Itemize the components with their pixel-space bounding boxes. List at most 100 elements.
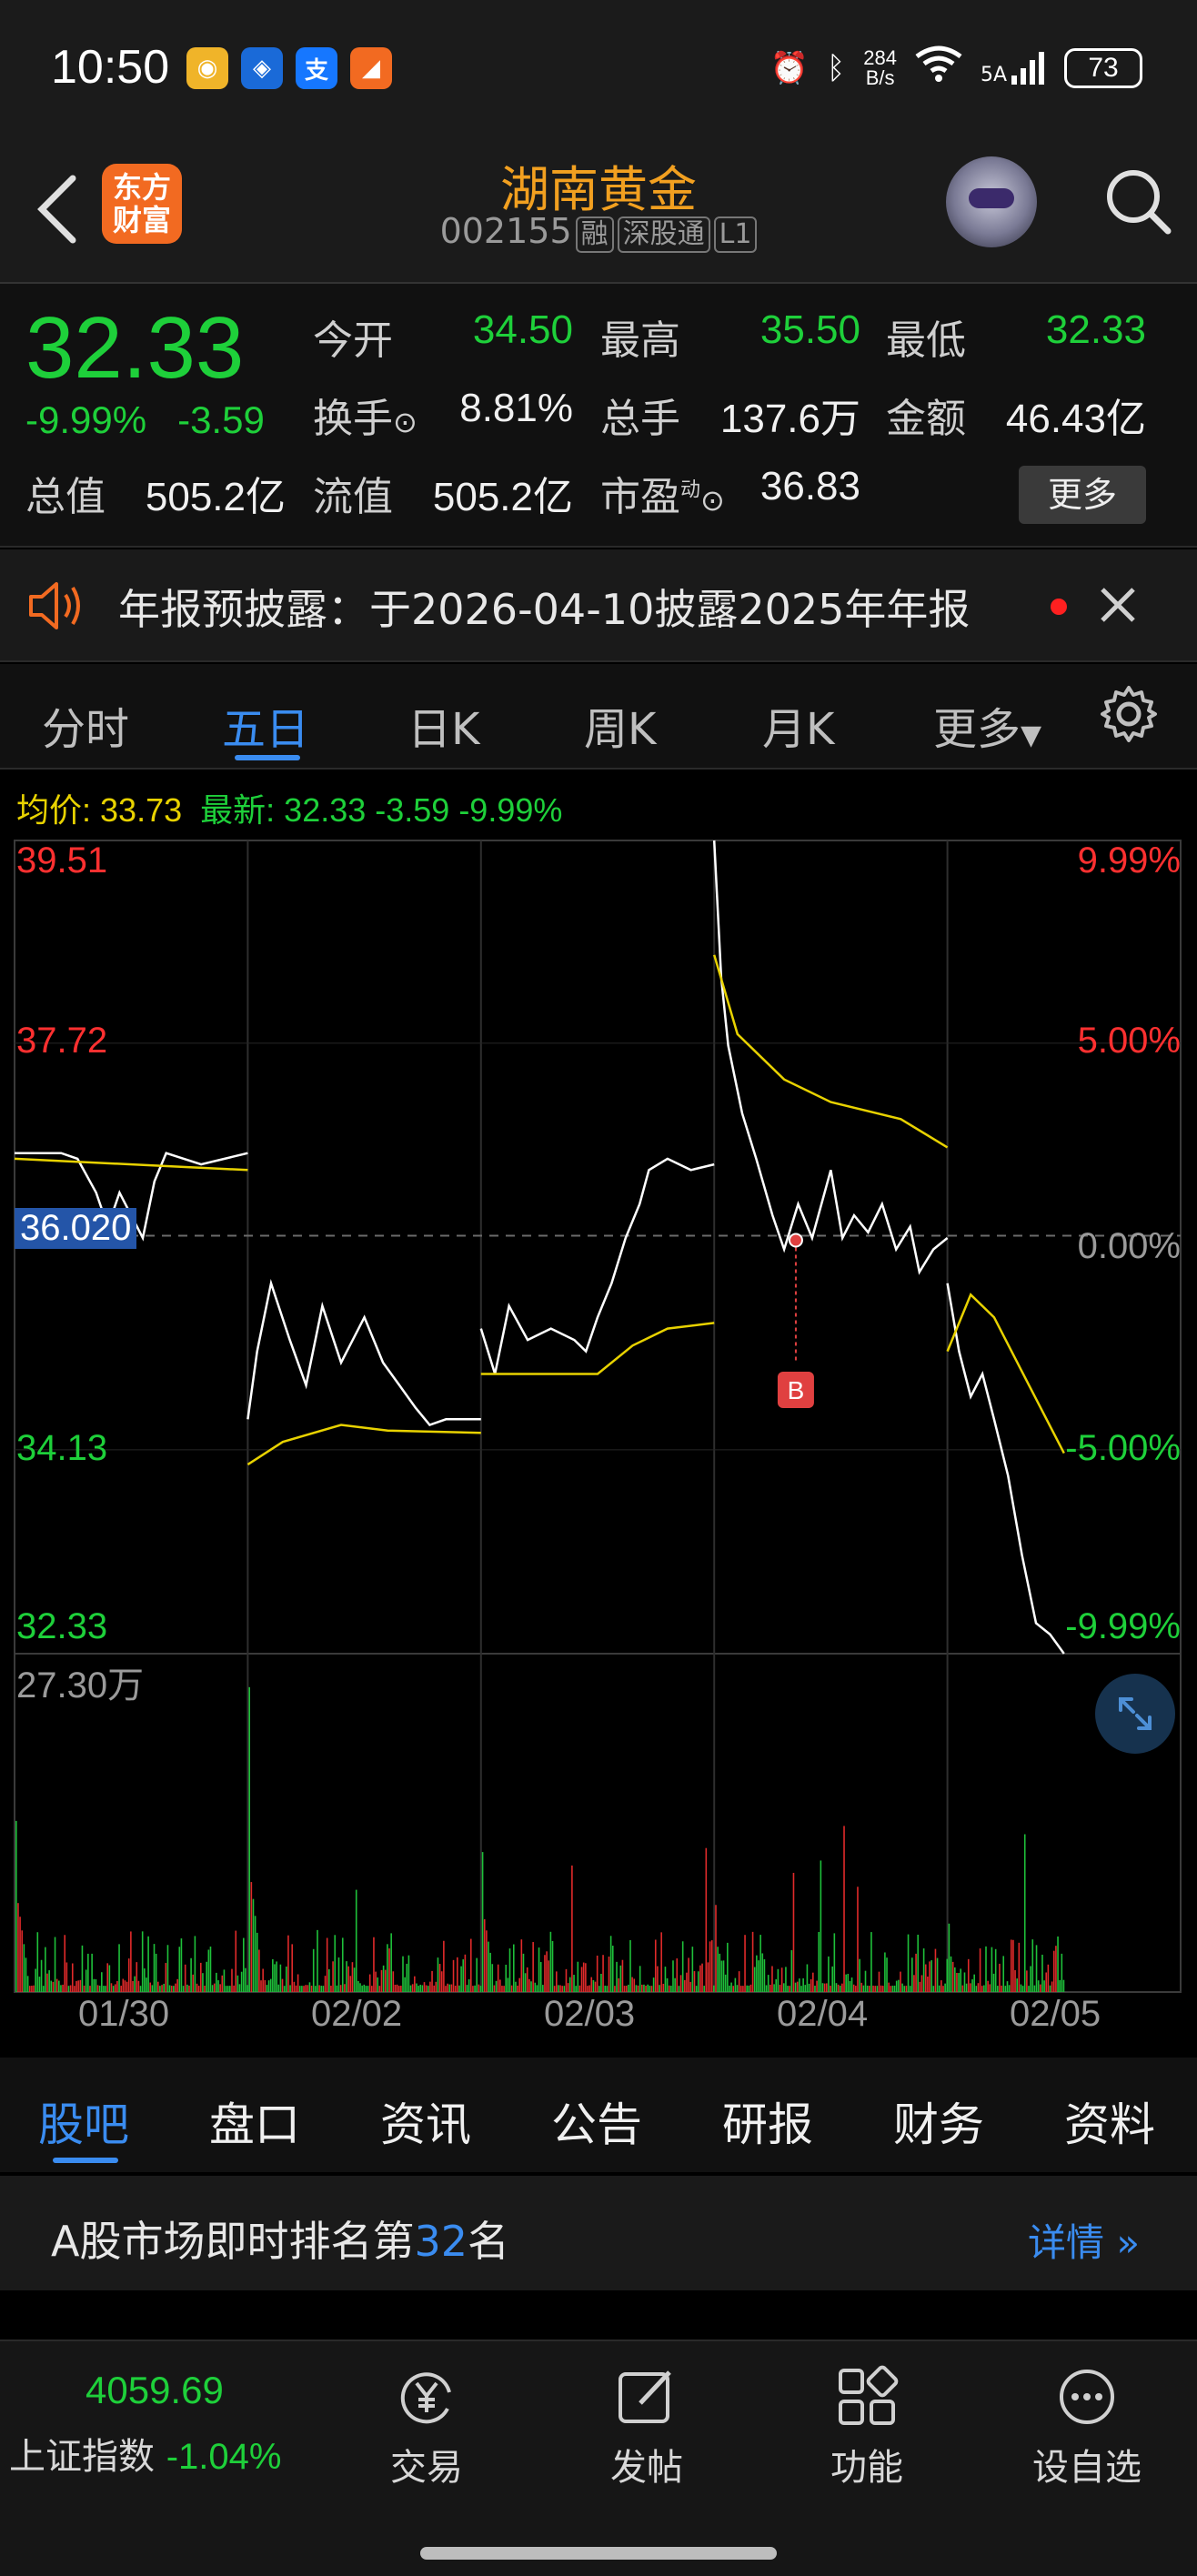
volume-bar	[641, 1984, 643, 1992]
volume-bar	[48, 1970, 50, 1992]
tab-financials[interactable]: 财务	[893, 2088, 984, 2154]
volume-bar	[55, 1978, 58, 1992]
volume-bar	[639, 1966, 641, 1992]
battery-indicator: 73	[1064, 47, 1142, 88]
unread-dot	[1051, 599, 1067, 615]
amount-value: 46.43亿	[1005, 397, 1146, 441]
tab-guba[interactable]: 股吧	[38, 2088, 129, 2154]
expand-icon	[1119, 1697, 1152, 1730]
bank-app-icon: ◈	[241, 47, 283, 89]
volume-bar	[236, 1975, 239, 1992]
volume-bar	[310, 1986, 313, 1992]
volume-bar	[787, 1986, 789, 1992]
volume-bar	[763, 1958, 766, 1992]
tab-weekly-k[interactable]: 周K	[584, 693, 656, 757]
info-icon[interactable]: ⊙	[700, 483, 725, 518]
settings-gear-icon[interactable]	[1099, 684, 1159, 744]
volume-bar	[810, 1978, 812, 1992]
notice-bar[interactable]: 年报预披露：于2026-04-10披露2025年年报	[0, 549, 1197, 662]
volume-bar	[67, 1986, 70, 1992]
volume-bar	[592, 1979, 595, 1992]
volume-bar	[647, 1984, 649, 1992]
volume-bar	[65, 1962, 68, 1992]
tab-more[interactable]: 更多▼	[933, 693, 1041, 757]
volume-bar	[512, 1944, 515, 1992]
nav-post[interactable]: 发帖	[578, 2365, 715, 2490]
close-icon[interactable]	[1095, 577, 1141, 631]
volume-bar	[221, 1975, 224, 1992]
volume-value: 137.6万	[719, 397, 860, 441]
volume-bar	[674, 1977, 676, 1992]
volume-bar	[91, 1953, 93, 1992]
tab-intraday[interactable]: 分时	[42, 693, 129, 757]
volume-bar	[633, 1978, 636, 1992]
y-tick-left: 32.33	[16, 1606, 108, 1646]
volume-bar	[530, 1981, 532, 1992]
nav-watchlist[interactable]: 设自选	[1019, 2365, 1155, 2490]
volume-bar	[156, 1981, 159, 1992]
volume-bar	[701, 1963, 703, 1992]
five-day-chart[interactable]: B	[0, 837, 1197, 2019]
y-tick-left: 37.72	[16, 1021, 108, 1061]
info-icon[interactable]: ⊙	[393, 405, 417, 439]
volume-bar	[992, 1973, 995, 1992]
index-value[interactable]: 4059.69	[86, 2369, 224, 2412]
volume-bar	[199, 1962, 202, 1992]
volume-bar	[60, 1985, 62, 1992]
volume-bar	[134, 1976, 136, 1992]
volume-bar	[510, 1985, 513, 1992]
volume-bar	[246, 1985, 248, 1992]
volume-bar	[240, 1971, 243, 1992]
volume-bar	[96, 1985, 99, 1992]
volume-bar	[219, 1984, 221, 1992]
volume-bar	[587, 1986, 588, 1992]
volume-bar	[1012, 1939, 1014, 1992]
tab-research[interactable]: 研报	[722, 2088, 813, 2154]
index-name[interactable]: 上证指数 -1.04%	[9, 2427, 281, 2480]
volume-bar	[868, 1986, 870, 1992]
volume-bar	[155, 1953, 157, 1992]
nav-trade[interactable]: 交易	[358, 2365, 495, 2490]
volume-bar	[486, 1930, 488, 1992]
volume-bar	[1001, 1985, 1002, 1992]
tab-profile[interactable]: 资料	[1064, 2088, 1155, 2154]
volume-bar	[267, 1980, 270, 1992]
rank-bar[interactable]: A股市场即时排名第32名 详情 »	[0, 2176, 1197, 2290]
volume-bar	[301, 1986, 303, 1992]
volume-bar	[248, 1686, 250, 1992]
volume-bar	[806, 1964, 809, 1992]
volume-bar	[643, 1984, 645, 1992]
volume-bar	[782, 1983, 785, 1992]
tab-news[interactable]: 资讯	[380, 2088, 471, 2154]
volume-bar	[518, 1977, 520, 1992]
volume-bar	[681, 1941, 684, 1992]
tab-daily-k[interactable]: 日K	[407, 693, 479, 757]
volume-bar	[108, 1965, 111, 1992]
volume-bar	[35, 1968, 36, 1992]
tab-announcements[interactable]: 公告	[551, 2088, 642, 2154]
tab-five-day[interactable]: 五日	[222, 693, 309, 757]
volume-bar	[876, 1986, 879, 1992]
volume-bar	[17, 1903, 19, 1992]
ai-assistant-icon[interactable]	[946, 156, 1037, 247]
search-icon[interactable]	[1099, 156, 1175, 247]
volume-bar	[652, 1977, 655, 1992]
volume-bar	[1020, 1984, 1022, 1992]
volume-bar	[196, 1983, 198, 1992]
volume-bar	[818, 1931, 820, 1992]
volume-bar	[929, 1961, 930, 1992]
volume-bar	[911, 1957, 913, 1992]
volume-bar	[983, 1985, 985, 1992]
rank-details-link[interactable]: 详情 »	[1028, 2212, 1140, 2268]
pe-label: 市盈动⊙	[600, 474, 725, 520]
volume-bar	[308, 1982, 311, 1992]
more-quote-button[interactable]: 更多	[1019, 466, 1146, 524]
nav-functions[interactable]: 功能	[799, 2365, 935, 2490]
volume-bar	[326, 1937, 328, 1992]
volume-bar	[971, 1979, 973, 1992]
volume-bar	[538, 1947, 540, 1992]
volume-bar	[528, 1978, 530, 1992]
fullscreen-button[interactable]	[1095, 1674, 1175, 1754]
tab-orderbook[interactable]: 盘口	[209, 2088, 300, 2154]
tab-monthly-k[interactable]: 月K	[762, 693, 834, 757]
